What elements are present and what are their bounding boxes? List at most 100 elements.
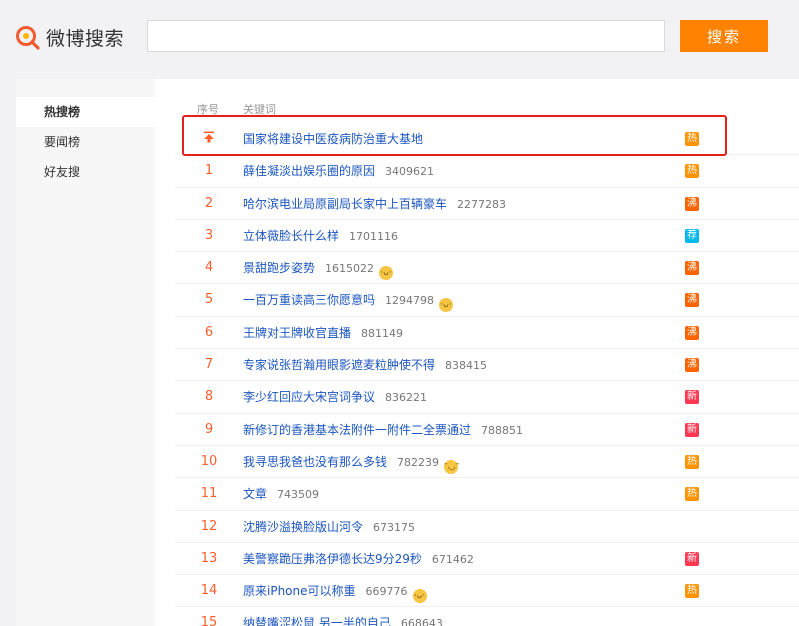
- keyword-link[interactable]: 沈腾沙溢换脸版山河令 673175: [243, 511, 415, 544]
- header: 微博搜索 搜索: [0, 0, 799, 68]
- table-header: 序号 关键词: [155, 101, 799, 119]
- table-row: 8 李少红回应大宋宫词争议 836221 新: [155, 381, 799, 414]
- keyword-link[interactable]: 哈尔滨电业局原副局长家中上百辆豪车 2277283: [243, 188, 506, 221]
- search-count: 2277283: [457, 197, 507, 211]
- table-row: 14 原来iPhone可以称重 669776 ·ᴗ· 热: [155, 575, 799, 608]
- search-logo-icon: [14, 23, 42, 51]
- keyword-link[interactable]: 立体薇脸长什么样 1701116: [243, 220, 398, 253]
- pinned-row: 国家将建设中医疫病防治重大基地 热: [155, 123, 799, 156]
- status-badge: 热: [685, 584, 699, 599]
- rank-number: 8: [204, 389, 214, 405]
- search-count: 1294798: [385, 294, 435, 308]
- status-badge: 新: [685, 390, 699, 405]
- keyword-text: 哈尔滨电业局原副局长家中上百辆豪车: [243, 196, 448, 211]
- search-count: 743509: [277, 488, 320, 502]
- status-badge: 新: [685, 551, 699, 566]
- hot-search-panel: 热搜榜 要闻榜 好友搜 序号 关键词 国家将建设中医疫病防治重大基地 热 1 薛佳: [16, 79, 799, 626]
- search-count: 881149: [361, 326, 404, 340]
- keyword-link[interactable]: 李少红回应大宋宫词争议 836221: [243, 381, 427, 414]
- keyword-link[interactable]: 专家说张哲瀚用眼影遮麦粒肿使不得 838415: [243, 349, 487, 382]
- table-row: 13 美警察跪压弗洛伊德长达9分29秒 671462 新: [155, 543, 799, 576]
- keyword-text: 文章: [243, 487, 268, 502]
- pinned-top-icon: [179, 123, 239, 155]
- keyword-text: 沈腾沙溢换脸版山河令: [243, 519, 364, 534]
- sidebar: 热搜榜 要闻榜 好友搜: [16, 79, 155, 626]
- keyword-text: 原来iPhone可以称重: [243, 584, 356, 599]
- sidebar-list: 热搜榜 要闻榜 好友搜: [16, 97, 155, 187]
- emoji-icon: ·ᴗ·: [412, 589, 427, 604]
- search-input[interactable]: [147, 20, 665, 52]
- sidebar-item-friends-search[interactable]: 好友搜: [16, 157, 155, 187]
- logo-text: 微博搜索: [46, 27, 125, 50]
- keyword-link[interactable]: 纳替嘴涩松鼠 另一半的自己 668643: [243, 607, 443, 626]
- table-row: 10 我寻思我爸也没有那么多钱 782239 ᵔ◡ᵔ 热: [155, 446, 799, 479]
- search-count: 673175: [373, 520, 416, 534]
- keyword-text: 王牌对王牌收官直播: [243, 325, 352, 340]
- search-count: 671462: [431, 552, 474, 566]
- column-header-keyword: 关键词: [243, 103, 276, 116]
- weibo-search-logo[interactable]: 微博搜索: [14, 22, 124, 52]
- keyword-link[interactable]: 美警察跪压弗洛伊德长达9分29秒 671462: [243, 543, 474, 576]
- rank-number: 10: [200, 453, 218, 469]
- rank-number: 5: [204, 292, 214, 308]
- keyword-text: 纳替嘴涩松鼠 另一半的自己: [243, 616, 391, 626]
- rank-number: 13: [200, 550, 218, 566]
- keyword-link[interactable]: 原来iPhone可以称重 669776 ·ᴗ·: [243, 575, 427, 608]
- keyword-link[interactable]: 景甜跑步姿势 1615022 ·ᴗ·: [243, 252, 394, 285]
- keyword-link[interactable]: 文章 743509: [243, 478, 319, 511]
- keyword-text: 景甜跑步姿势: [243, 261, 316, 276]
- search-count: 3409621: [385, 165, 435, 179]
- column-header-rank: 序号: [197, 103, 219, 116]
- pinned-hot-tag: 热: [685, 132, 699, 146]
- rank-number: 7: [204, 357, 214, 373]
- status-badge: 热: [685, 454, 699, 469]
- search-count: 1701116: [349, 229, 399, 243]
- rank-number: 11: [200, 486, 218, 502]
- status-badge: 热: [685, 164, 699, 179]
- table-row: 7 专家说张哲瀚用眼影遮麦粒肿使不得 838415 沸: [155, 349, 799, 382]
- keyword-link[interactable]: 新修订的香港基本法附件一附件二全票通过 788851: [243, 414, 523, 447]
- search-count: 669776: [365, 585, 408, 599]
- status-badge: 热: [685, 487, 699, 502]
- status-badge: 沸: [685, 261, 699, 276]
- emoji-icon: ᵔ◡ᵔ: [444, 459, 460, 474]
- keyword-text: 李少红回应大宋宫词争议: [243, 390, 376, 405]
- table-row: 11 文章 743509 热: [155, 478, 799, 511]
- keyword-link[interactable]: 一百万重读高三你愿意吗 1294798 ·ᴗ·: [243, 284, 454, 317]
- keyword-text: 美警察跪压弗洛伊德长达9分29秒: [243, 551, 422, 566]
- search-count: 788851: [481, 423, 524, 437]
- keyword-text: 立体薇脸长什么样: [243, 228, 340, 243]
- rank-number: 4: [204, 260, 214, 276]
- search-button[interactable]: 搜索: [680, 20, 768, 52]
- rank-number: 2: [204, 195, 214, 211]
- keyword-text: 薛佳凝淡出娱乐圈的原因: [243, 164, 376, 179]
- status-badge: 沸: [685, 358, 699, 373]
- table-row: 15 纳替嘴涩松鼠 另一半的自己 668643: [155, 607, 799, 626]
- search-count: 782239: [397, 455, 440, 469]
- keyword-link[interactable]: 我寻思我爸也没有那么多钱 782239 ᵔ◡ᵔ: [243, 446, 460, 479]
- search-count: 838415: [445, 359, 488, 373]
- status-badge: 沸: [685, 196, 699, 211]
- rank-number: 6: [204, 324, 214, 340]
- table-row: 1 薛佳凝淡出娱乐圈的原因 3409621 热: [155, 155, 799, 188]
- sidebar-item-news[interactable]: 要闻榜: [16, 127, 155, 157]
- table-row: 4 景甜跑步姿势 1615022 ·ᴗ· 沸: [155, 252, 799, 285]
- rank-number: 9: [204, 421, 214, 437]
- table-row: 9 新修订的香港基本法附件一附件二全票通过 788851 新: [155, 414, 799, 446]
- rank-number: 15: [200, 615, 218, 626]
- keyword-text: 新修订的香港基本法附件一附件二全票通过: [243, 422, 472, 437]
- table-row: 12 沈腾沙溢换脸版山河令 673175: [155, 511, 799, 543]
- keyword-text: 我寻思我爸也没有那么多钱: [243, 454, 388, 469]
- status-badge: 新: [685, 422, 699, 437]
- keyword-link[interactable]: 薛佳凝淡出娱乐圈的原因 3409621: [243, 155, 434, 188]
- keyword-link[interactable]: 王牌对王牌收官直播 881149: [243, 317, 403, 350]
- rank-number: 12: [200, 518, 218, 534]
- table-row: 3 立体薇脸长什么样 1701116 荐: [155, 220, 799, 253]
- emoji-icon: ·ᴗ·: [379, 266, 394, 281]
- table-row: 2 哈尔滨电业局原副局长家中上百辆豪车 2277283 沸: [155, 188, 799, 220]
- sidebar-item-hot-search[interactable]: 热搜榜: [16, 97, 155, 127]
- rank-number: 14: [200, 583, 218, 599]
- pinned-keyword-link[interactable]: 国家将建设中医疫病防治重大基地: [243, 123, 423, 155]
- rank-number: 3: [204, 227, 214, 243]
- search-count: 836221: [385, 391, 428, 405]
